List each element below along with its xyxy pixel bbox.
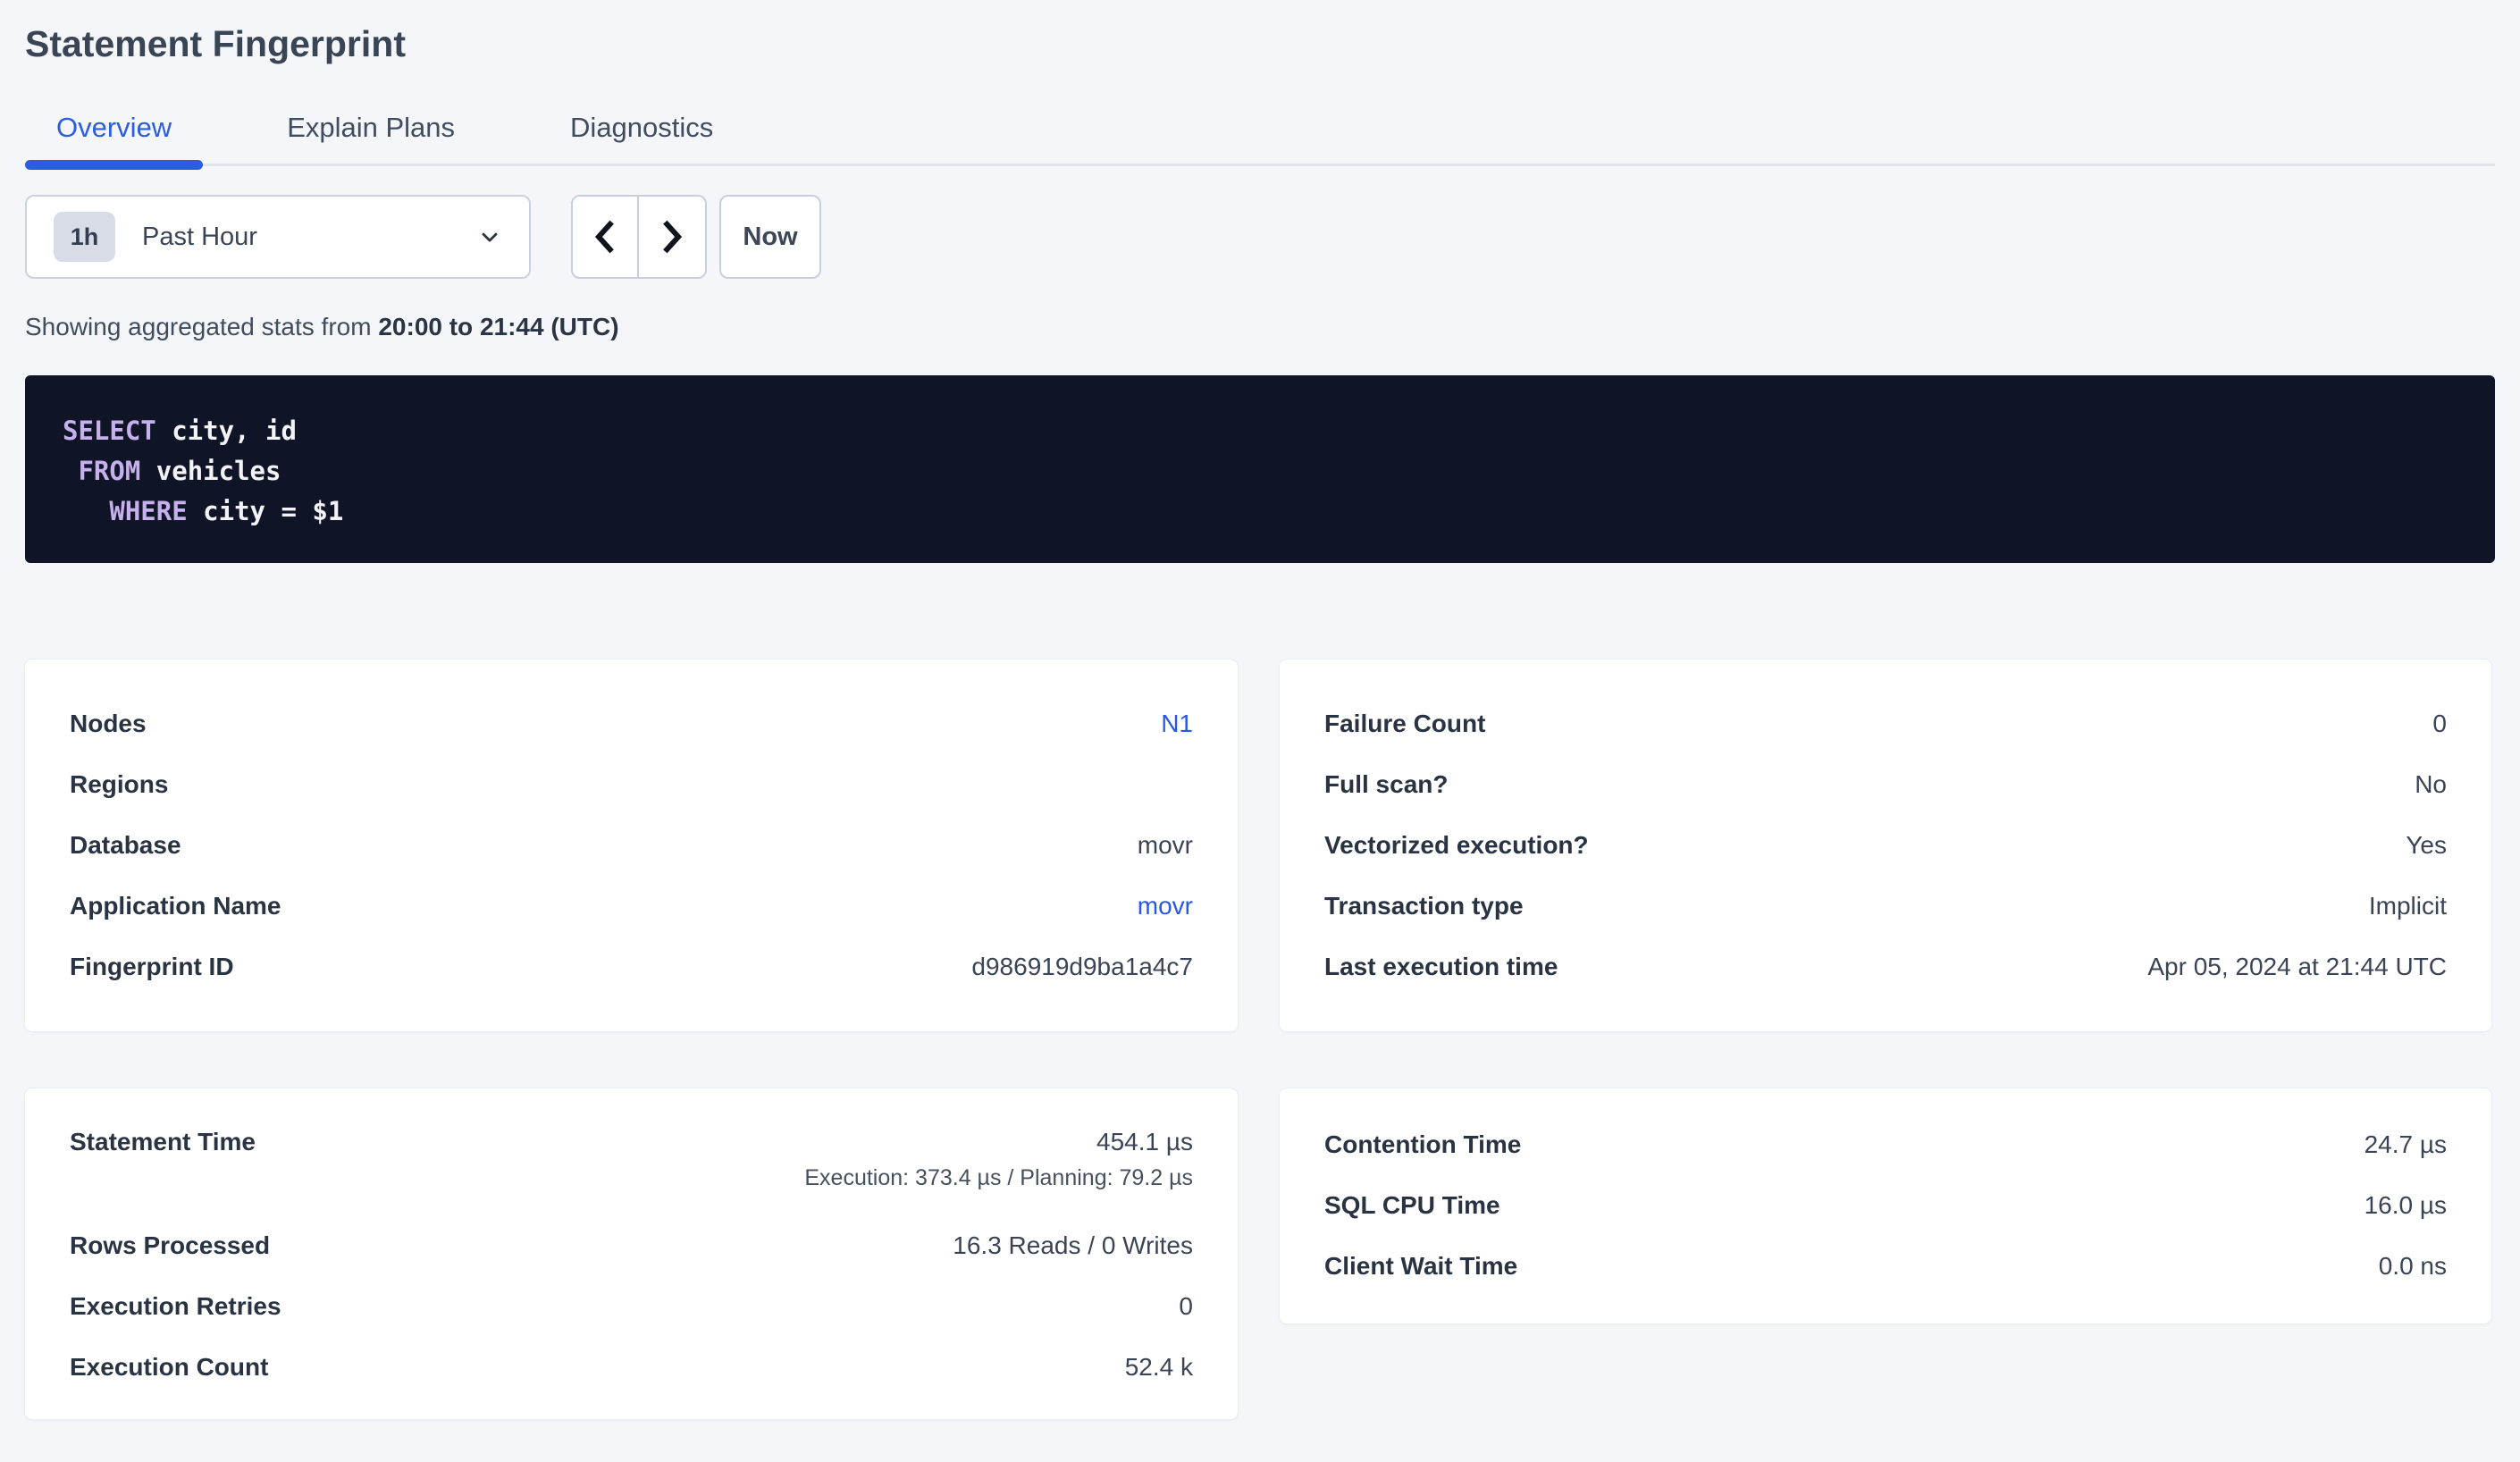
sql-line: WHERE city = $1 (63, 492, 2457, 532)
stat-label: Application Name (70, 892, 281, 920)
stat-row: Client Wait Time 0.0 ns (1324, 1236, 2447, 1297)
tab-overview[interactable]: Overview (25, 103, 203, 164)
stat-row: Database movr (70, 815, 1193, 876)
stat-value-link[interactable]: movr (1138, 892, 1193, 920)
stat-row: Rows Processed 16.3 Reads / 0 Writes (70, 1215, 1193, 1276)
time-range-label: Past Hour (142, 223, 477, 252)
tab-diagnostics[interactable]: Diagnostics (539, 103, 744, 164)
stat-label: Statement Time (70, 1128, 256, 1156)
stat-value-link[interactable]: N1 (1161, 710, 1193, 738)
time-nav-group (571, 195, 707, 279)
next-time-button[interactable] (639, 197, 705, 277)
chevron-down-icon (477, 224, 502, 249)
sql-statement-box: SELECT city, id FROM vehicles WHERE city… (25, 375, 2495, 563)
stat-value: 0.0 ns (2379, 1252, 2447, 1281)
stat-value: 0 (2432, 710, 2447, 738)
sql-line: FROM vehicles (63, 451, 2457, 492)
stat-value: 16.3 Reads / 0 Writes (953, 1231, 1193, 1260)
stat-value: 0 (1179, 1292, 1193, 1321)
stat-label: Last execution time (1324, 953, 1558, 981)
card-overview-left: NodesN1RegionsDatabasemovrApplication Na… (25, 660, 1238, 1031)
chevron-left-icon (590, 219, 620, 255)
stat-value: 16.0 µs (2365, 1191, 2447, 1220)
stat-value: movr (1138, 831, 1193, 860)
stat-label: Contention Time (1324, 1130, 1521, 1159)
stat-value: Implicit (2369, 892, 2447, 920)
stat-row: Execution Count 52.4 k (70, 1337, 1193, 1398)
stat-row: Statement Time 454.1 µs Execution: 373.4 µ… (70, 1119, 1193, 1215)
tabs: Overview Explain Plans Diagnostics (25, 103, 2495, 166)
time-range-badge: 1h (54, 212, 115, 262)
page-title: Statement Fingerprint (25, 23, 2495, 65)
stat-value: 24.7 µs (2365, 1130, 2447, 1159)
stat-row: Execution Retries 0 (70, 1276, 1193, 1337)
sql-text: vehicles (140, 456, 281, 486)
aggregated-stats-text: Showing aggregated stats from 20:00 to 2… (25, 313, 2495, 341)
stat-label: Client Wait Time (1324, 1252, 1517, 1281)
prev-time-button[interactable] (573, 197, 639, 277)
stat-row: Application Name movr (70, 876, 1193, 937)
stat-row: Regions (70, 754, 1193, 815)
stat-label: Regions (70, 770, 168, 799)
stats-cards: NodesN1RegionsDatabasemovrApplication Na… (25, 660, 2495, 1419)
stat-label: Fingerprint ID (70, 953, 234, 981)
stat-row: Vectorized execution? Yes (1324, 815, 2447, 876)
card-overview-right: Failure Count 0 Full scan? No Vectorized exe… (1280, 660, 2491, 1031)
stat-row: Failure Count 0 (1324, 693, 2447, 754)
stat-row: Last execution time Apr 05, 2024 at 21:44… (1324, 937, 2447, 997)
stat-value: d986919d9ba1a4c7 (971, 953, 1193, 981)
stat-row: Contention Time 24.7 µs (1324, 1114, 2447, 1175)
stat-value: 454.1 µs (1096, 1128, 1193, 1156)
sql-text (63, 456, 78, 486)
stat-row: Transaction type Implicit (1324, 876, 2447, 937)
sql-text: city, id (156, 416, 297, 446)
stat-value-stack: 454.1 µs Execution: 373.4 µs / Planning: … (804, 1128, 1193, 1191)
now-button[interactable]: Now (719, 195, 821, 279)
stat-label: Nodes (70, 710, 147, 738)
stat-label: Vectorized execution? (1324, 831, 1589, 860)
time-range-select[interactable]: 1h Past Hour (25, 195, 531, 279)
sql-text (63, 496, 109, 526)
aggregated-stats-prefix: Showing aggregated stats from (25, 313, 378, 340)
stat-label: Full scan? (1324, 770, 1448, 799)
stat-row: Full scan? No (1324, 754, 2447, 815)
stat-label: Execution Retries (70, 1292, 281, 1321)
time-toolbar: 1h Past Hour (25, 195, 2495, 279)
stat-label: Failure Count (1324, 710, 1485, 738)
sql-text: city = $1 (188, 496, 344, 526)
stat-label: SQL CPU Time (1324, 1191, 1500, 1220)
sql-keyword: WHERE (109, 496, 187, 526)
stat-label: Execution Count (70, 1353, 268, 1382)
stat-row: SQL CPU Time 16.0 µs (1324, 1175, 2447, 1236)
stat-value: Apr 05, 2024 at 21:44 UTC (2147, 953, 2447, 981)
stat-label: Rows Processed (70, 1231, 270, 1260)
aggregated-stats-range: 20:00 to 21:44 (UTC) (378, 313, 618, 340)
statement-fingerprint-page: Statement Fingerprint Overview Explain Pl… (0, 23, 2520, 1419)
card-wait-times: Contention Time 24.7 µs SQL CPU Time 16.0 µ… (1280, 1088, 2491, 1323)
stat-row: Fingerprint ID d986919d9ba1a4c7 (70, 937, 1193, 997)
stat-value: Yes (2406, 831, 2447, 860)
stat-row: Nodes N1 (70, 693, 1193, 754)
sql-keyword: FROM (78, 456, 140, 486)
stat-value: No (2415, 770, 2447, 799)
sql-line: SELECT city, id (63, 411, 2457, 451)
stat-label: Transaction type (1324, 892, 1524, 920)
tab-explain-plans[interactable]: Explain Plans (256, 103, 486, 164)
card-execution-stats: Statement Time 454.1 µs Execution: 373.4 µ… (25, 1088, 1238, 1419)
stat-subvalue: Execution: 373.4 µs / Planning: 79.2 µs (804, 1165, 1193, 1191)
chevron-right-icon (657, 219, 687, 255)
stat-label: Database (70, 831, 181, 860)
stat-value: 52.4 k (1125, 1353, 1193, 1382)
sql-keyword: SELECT (63, 416, 156, 446)
